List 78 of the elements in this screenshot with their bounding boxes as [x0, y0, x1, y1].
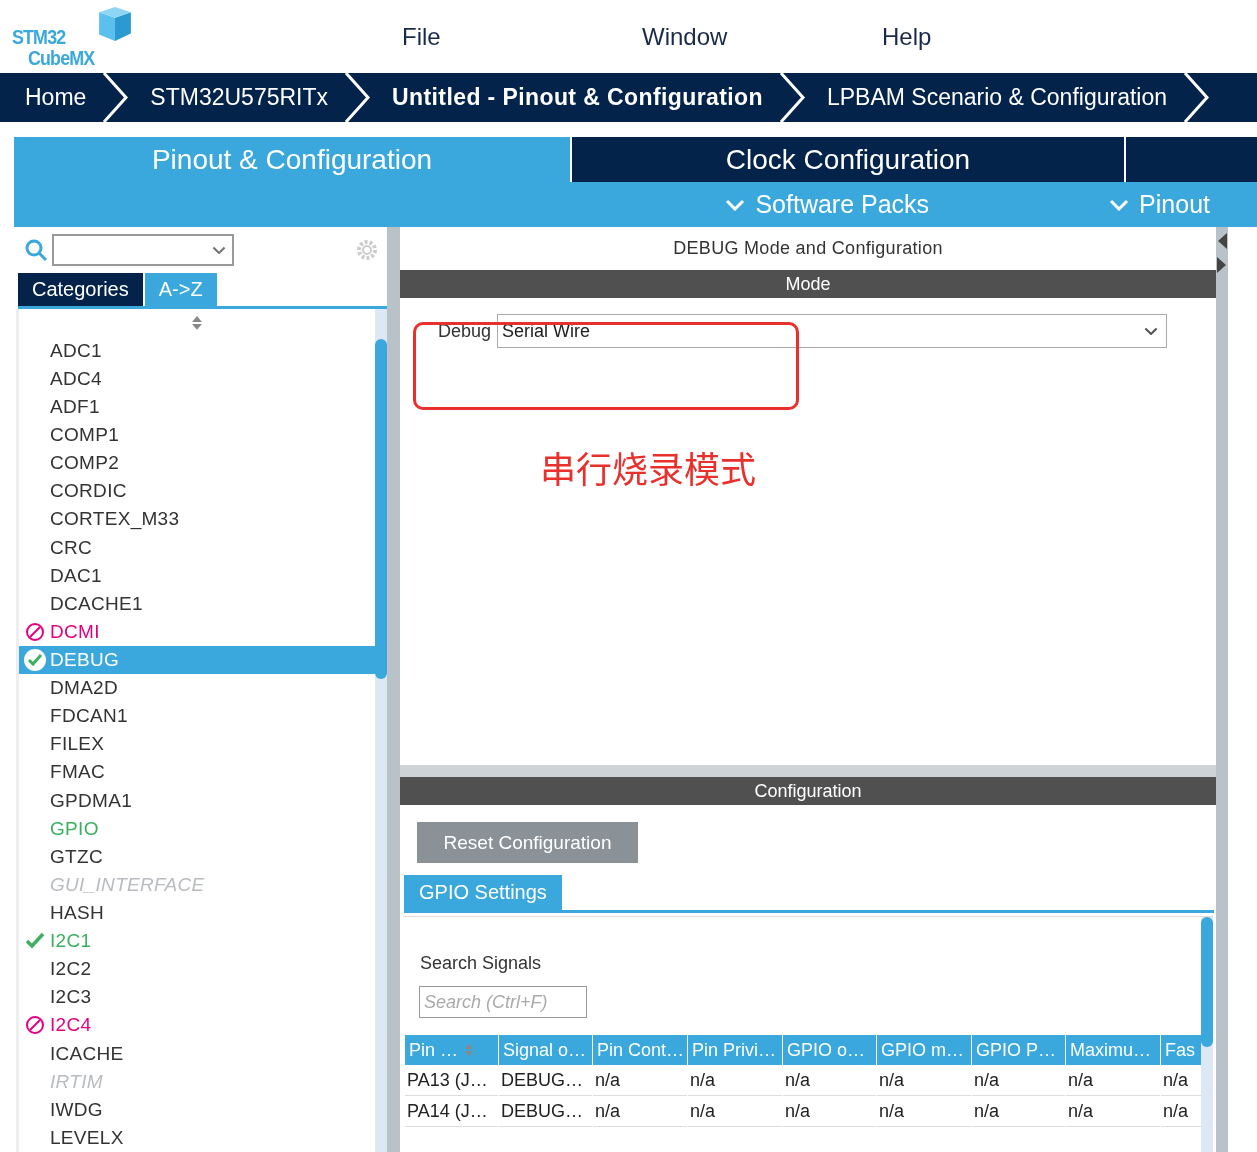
view-tab[interactable]: Categories [18, 273, 143, 306]
table-cell: n/a [972, 1096, 1065, 1127]
table-cell: DEBUG… [499, 1065, 592, 1096]
scrollbar[interactable] [1201, 917, 1213, 1152]
table-cell: PA14 (J… [405, 1096, 498, 1127]
table-cell: n/a [593, 1096, 687, 1127]
settings-icon[interactable] [355, 238, 379, 262]
peripheral-list-item[interactable]: DCMI [19, 617, 375, 646]
peripheral-list-item[interactable]: GTZC [19, 842, 375, 871]
table-cell: n/a [593, 1065, 687, 1096]
chevron-right-icon [344, 73, 373, 122]
tab[interactable]: Clock Configuration [572, 137, 1126, 182]
breadcrumb-item[interactable]: Home [0, 84, 103, 111]
peripheral-list-item[interactable]: FDCAN1 [19, 702, 375, 731]
peripheral-list-item[interactable]: I2C2 [19, 955, 375, 984]
menu-item[interactable]: File [402, 22, 642, 51]
sort-icon [464, 1043, 475, 1057]
table-cell: n/a [1066, 1065, 1160, 1096]
peripheral-list-item[interactable]: COMP2 [19, 449, 375, 478]
peripheral-list-item[interactable]: ADF1 [19, 393, 375, 422]
menu-item[interactable]: Help [882, 22, 1122, 51]
debug-dropdown[interactable]: Serial Wire [497, 314, 1168, 348]
search-combo-box[interactable] [52, 234, 234, 266]
table-cell: n/a [877, 1065, 971, 1096]
peripheral-list-item[interactable]: DCACHE1 [19, 589, 375, 618]
app-logo: STM32 CubeMX [12, 5, 132, 68]
sort-icon[interactable] [191, 315, 203, 331]
table-cell: n/a [783, 1096, 876, 1127]
peripheral-list-item[interactable]: COMP1 [19, 421, 375, 450]
search-icon [24, 238, 48, 262]
chevron-down-icon [725, 198, 746, 211]
breadcrumb-item[interactable]: LPBAM Scenario & Configuration [806, 84, 1184, 111]
chevron-right-icon [778, 73, 807, 122]
peripheral-list-item[interactable]: HASH [19, 898, 375, 928]
peripheral-list-item[interactable]: ADC1 [19, 336, 375, 365]
breadcrumb-item[interactable]: STM32U575RITx [130, 84, 345, 111]
check-circle-icon [22, 648, 47, 673]
field-label: Debug [438, 320, 492, 342]
table-cell: PA13 (J… [405, 1065, 498, 1096]
chevron-down-icon [1144, 326, 1159, 336]
chevron-right-icon [1183, 73, 1212, 122]
table-cell: DEBUG… [499, 1096, 592, 1127]
peripheral-list-item[interactable]: FMAC [19, 758, 375, 787]
peripheral-list-item[interactable]: DMA2D [19, 674, 375, 703]
peripheral-list-item[interactable]: ICACHE [19, 1039, 375, 1068]
peripheral-list-item[interactable]: ADC4 [19, 364, 375, 393]
annotation-text: 串行烧录模式 [540, 441, 756, 493]
table-cell: n/a [783, 1065, 876, 1096]
peripheral-list-item[interactable]: I2C3 [19, 983, 375, 1012]
peripheral-list-item[interactable]: I2C4 [19, 1011, 375, 1040]
menu-item[interactable]: Window [642, 22, 882, 51]
chevron-down-icon [1109, 198, 1130, 211]
collapse-arrows-icon[interactable] [1217, 231, 1227, 275]
peripheral-list-item[interactable]: GPDMA1 [19, 786, 375, 815]
table-cell: n/a [877, 1096, 971, 1127]
table-cell: n/a [972, 1065, 1065, 1096]
peripheral-list-item[interactable]: LEVELX [19, 1123, 375, 1152]
peripheral-list-item[interactable]: FILEX [19, 730, 375, 759]
peripheral-list-item[interactable]: IWDG [19, 1095, 375, 1124]
table-cell: n/a [688, 1096, 782, 1127]
panel-title: DEBUG Mode and Configuration [400, 227, 1216, 270]
table-cell: n/a [688, 1065, 782, 1096]
search-signals-field[interactable]: Search (Ctrl+F) [419, 986, 587, 1018]
peripheral-list-item[interactable]: CORTEX_M33 [19, 505, 375, 534]
chevron-right-icon [102, 73, 131, 122]
section-header: Configuration [400, 777, 1216, 805]
section-header: Mode [400, 270, 1216, 298]
search-label: Search Signals [420, 953, 543, 974]
scrollbar[interactable] [375, 309, 387, 1152]
table-cell: n/a [1066, 1096, 1160, 1127]
check-icon [24, 932, 45, 951]
peripheral-list-item[interactable]: DAC1 [19, 561, 375, 590]
peripheral-list-item[interactable]: CRC [19, 533, 375, 562]
breadcrumb-item[interactable]: Untitled - Pinout & Configuration [372, 84, 779, 111]
peripheral-list-item[interactable]: CORDIC [19, 477, 375, 506]
chevron-down-icon [212, 245, 226, 255]
ban-icon [24, 621, 45, 642]
ban-icon [24, 1015, 45, 1036]
